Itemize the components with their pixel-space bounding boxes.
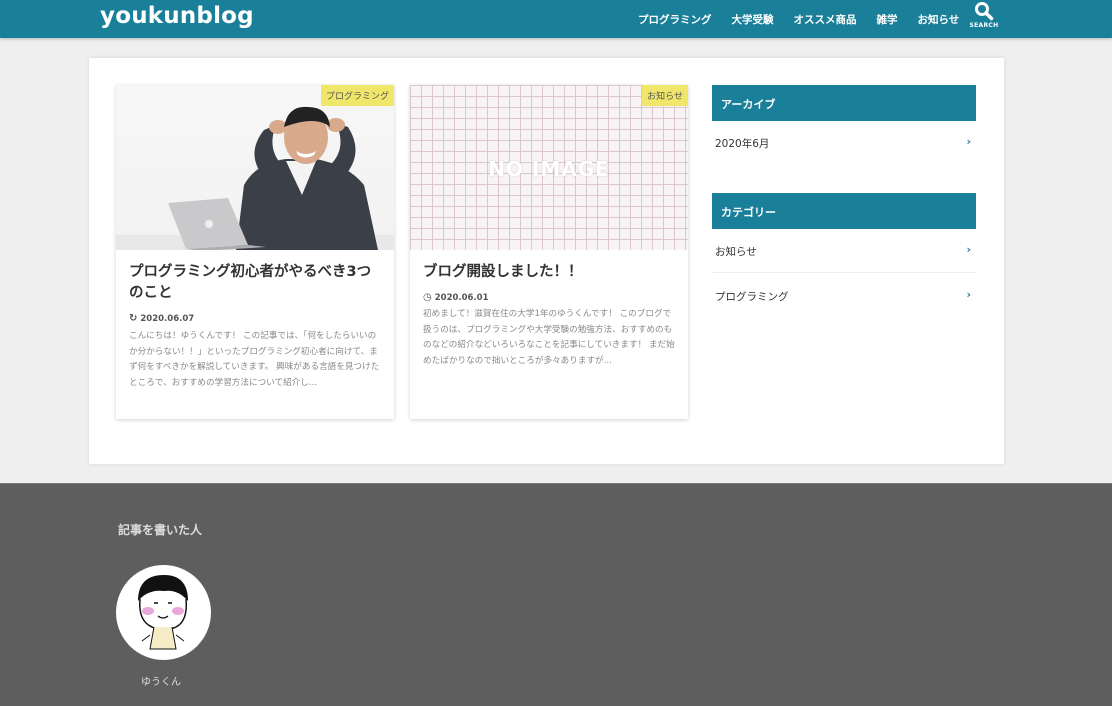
main-content: プログラミング プログラミング初心者がやるべき3つのこと ↻ 2020.06.0… [89, 58, 1004, 464]
chevron-right-icon: › [966, 135, 971, 148]
site-logo[interactable]: youkunblog [100, 3, 254, 29]
post-date: ↻ 2020.06.07 [129, 313, 194, 324]
no-image-text: NO IMAGE [488, 157, 610, 181]
category-badge[interactable]: プログラミング [320, 85, 394, 106]
post-date-text: 2020.06.01 [434, 292, 489, 303]
category-badge[interactable]: お知らせ [642, 85, 688, 106]
nav-item-recommended[interactable]: オススメ商品 [794, 12, 857, 27]
nav-item-news[interactable]: お知らせ [918, 12, 960, 27]
update-icon: ↻ [129, 313, 138, 324]
archive-item[interactable]: 2020年6月 › [712, 121, 976, 165]
site-footer: 記事を書いた人 ゆうくん [0, 483, 1112, 706]
category-item-label: お知らせ [715, 246, 757, 258]
author-widget-title: 記事を書いた人 [118, 523, 203, 537]
author-name[interactable]: ゆうくん [116, 673, 206, 688]
post-date: ◷ 2020.06.01 [423, 292, 489, 303]
post-excerpt: 初めまして！滋賀在住の大学1年のゆうくんです！ このブログで扱うのは、プログラミ… [423, 309, 675, 367]
category-item[interactable]: プログラミング › [712, 274, 976, 318]
nav-item-programming[interactable]: プログラミング [638, 12, 712, 27]
chevron-right-icon: › [966, 243, 971, 256]
archive-item-label: 2020年6月 [715, 138, 770, 150]
category-widget-title: カテゴリー [712, 193, 976, 229]
search-button[interactable]: SEARCH [969, 1, 999, 35]
nav-item-trivia[interactable]: 雑学 [877, 12, 898, 27]
post-card[interactable]: プログラミング プログラミング初心者がやるべき3つのこと ↻ 2020.06.0… [116, 85, 394, 419]
frustrated-man-photo [116, 106, 394, 250]
post-thumbnail[interactable]: NO IMAGE お知らせ [410, 85, 688, 250]
category-item[interactable]: お知らせ › [712, 229, 976, 273]
archive-widget-title: アーカイブ [712, 85, 976, 121]
post-title[interactable]: ブログ開設しました！！ [423, 262, 678, 283]
search-icon [975, 2, 994, 21]
post-card[interactable]: NO IMAGE お知らせ ブログ開設しました！！ ◷ 2020.06.01 初… [410, 85, 688, 419]
search-label: SEARCH [969, 22, 999, 29]
avatar[interactable] [116, 565, 211, 660]
post-thumbnail[interactable]: プログラミング [116, 85, 394, 250]
site-header: youkunblog プログラミング 大学受験 オススメ商品 雑学 お知らせ S… [0, 0, 1112, 38]
post-excerpt: こんにちは！ゆうくんです！ この記事では、「何をしたらいいのか分からない！！」と… [129, 331, 380, 389]
chevron-right-icon: › [966, 288, 971, 301]
author-avatar-illustration [138, 575, 188, 650]
clock-icon: ◷ [423, 292, 432, 303]
global-nav: プログラミング 大学受験 オススメ商品 雑学 お知らせ [628, 0, 969, 38]
post-date-text: 2020.06.07 [140, 313, 195, 324]
nav-item-university-exam[interactable]: 大学受験 [732, 12, 774, 27]
post-title[interactable]: プログラミング初心者がやるべき3つのこと [129, 262, 384, 304]
category-item-label: プログラミング [715, 291, 789, 303]
